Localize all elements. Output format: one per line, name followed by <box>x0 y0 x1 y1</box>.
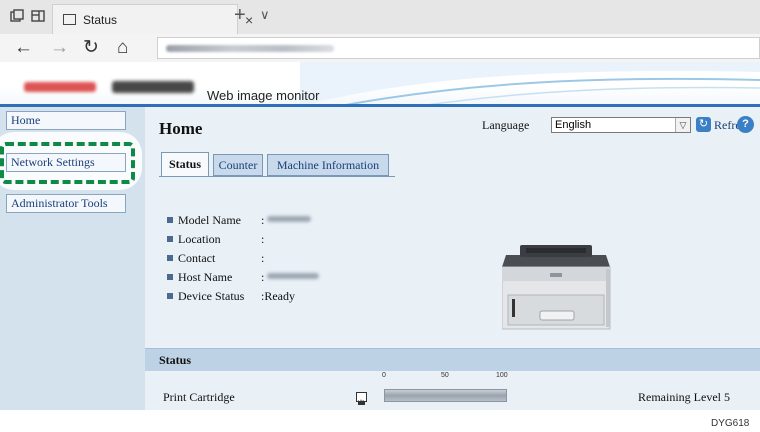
page-title: Home <box>159 119 203 138</box>
tab-status[interactable]: Status <box>161 152 209 177</box>
info-label: Location <box>178 232 221 246</box>
reload-button[interactable]: ↻ <box>83 38 99 57</box>
chevron-down-icon[interactable]: ▽ <box>675 118 690 132</box>
info-label: Device Status <box>178 289 245 303</box>
bullet-icon <box>167 217 173 223</box>
tab-title: Status <box>83 13 118 27</box>
sidebar-item-administrator-tools[interactable]: Administrator Tools <box>6 194 126 213</box>
sidebar-item-home[interactable]: Home <box>6 111 126 130</box>
status-section-header: Status <box>145 348 760 371</box>
address-bar[interactable] <box>157 37 760 59</box>
language-select[interactable]: English ▽ <box>551 117 691 133</box>
remaining-level-label: Remaining Level 5 <box>638 390 730 404</box>
page-icon <box>63 14 76 25</box>
info-separator: : <box>261 213 265 227</box>
refresh-icon[interactable]: ↻ <box>696 117 711 132</box>
info-separator: : <box>261 251 265 265</box>
browser-nav-bar: ← → ↻ ⌂ <box>0 34 760 62</box>
browser-tab-bar: Status × + ∨ <box>0 0 760 35</box>
new-tab-button[interactable]: + <box>234 5 246 25</box>
toner-level-bar <box>384 389 507 402</box>
back-button[interactable]: ← <box>14 38 33 57</box>
main-content: Home Language English ▽ ↻ Refresh ? Stat… <box>145 107 760 410</box>
status-section-title: Status <box>159 353 192 367</box>
brand-logo <box>24 82 96 92</box>
tab-counter[interactable]: Counter <box>213 154 263 176</box>
tabs-underline <box>159 176 395 177</box>
figure-code: DYG618 <box>711 418 750 429</box>
info-label: Model Name <box>178 213 241 227</box>
browser-tab-status[interactable]: Status × <box>52 4 253 34</box>
highlight-dashed-box <box>0 142 135 184</box>
info-separator: : <box>261 270 265 284</box>
redacted-value <box>267 216 312 222</box>
info-row-location: Location: <box>167 232 264 249</box>
scale-tick-0: 0 <box>382 372 386 379</box>
tab-machine-information[interactable]: Machine Information <box>267 154 389 176</box>
info-label: Contact <box>178 251 216 265</box>
toner-level-fill <box>385 390 506 401</box>
model-logo <box>112 81 194 93</box>
language-value: English <box>555 119 592 131</box>
bullet-icon <box>167 293 173 299</box>
help-icon[interactable]: ? <box>737 116 754 133</box>
scale-tick-100: 100 <box>496 372 508 379</box>
tab-actions-icon[interactable] <box>10 9 24 28</box>
chevron-down-icon[interactable]: ∨ <box>260 7 270 23</box>
set-tabs-aside-icon[interactable] <box>31 9 45 28</box>
address-url-redacted <box>166 45 334 52</box>
forward-button[interactable]: → <box>50 38 69 57</box>
close-icon[interactable]: × <box>245 13 253 27</box>
bullet-icon <box>167 236 173 242</box>
page-header: Web image monitor <box>0 62 760 106</box>
info-separator: : <box>261 232 265 246</box>
info-row-host-name: Host Name: <box>167 270 320 287</box>
toner-icon <box>356 392 367 405</box>
home-button[interactable]: ⌂ <box>117 38 128 57</box>
info-row-device-status: Device Status:Ready <box>167 289 295 306</box>
info-row-model-name: Model Name: <box>167 213 312 230</box>
device-status-value: Ready <box>264 289 295 303</box>
language-label: Language <box>482 118 530 132</box>
app-title: Web image monitor <box>207 88 320 103</box>
scale-tick-50: 50 <box>441 372 449 379</box>
print-cartridge-label: Print Cartridge <box>163 390 235 404</box>
bullet-icon <box>167 255 173 261</box>
info-label: Host Name <box>178 270 233 284</box>
redacted-value <box>267 273 320 279</box>
printer-icon <box>502 245 611 330</box>
bullet-icon <box>167 274 173 280</box>
info-row-contact: Contact: <box>167 251 264 268</box>
